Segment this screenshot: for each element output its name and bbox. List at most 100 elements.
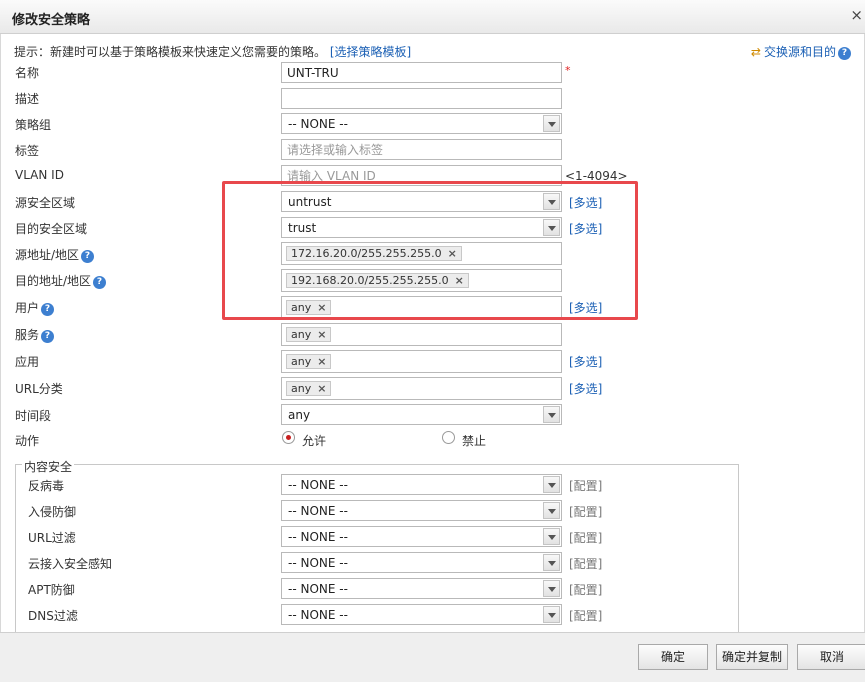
remove-tag-icon[interactable]: × xyxy=(317,382,326,395)
dst-addr-tagbox[interactable]: 192.168.20.0/255.255.255.0 × xyxy=(281,269,562,292)
ok-and-copy-button[interactable]: 确定并复制 xyxy=(716,644,788,670)
name-field[interactable] xyxy=(281,62,562,83)
description-input[interactable] xyxy=(282,89,561,108)
description-field[interactable] xyxy=(281,88,562,109)
url-filter-value: -- NONE -- xyxy=(288,530,348,544)
dst-addr-label-text: 目的地址/地区 xyxy=(15,274,92,288)
remove-tag-icon[interactable]: × xyxy=(448,247,457,260)
ips-config-link[interactable]: [配置] xyxy=(569,503,602,520)
url-category-tagbox[interactable]: any × xyxy=(281,377,562,400)
action-allow-radio[interactable] xyxy=(282,431,295,444)
url-filter-config-link[interactable]: [配置] xyxy=(569,529,602,546)
chevron-down-icon[interactable] xyxy=(543,115,560,132)
tag-input[interactable] xyxy=(282,140,561,159)
policy-group-label: 策略组 xyxy=(15,118,52,132)
tag-label: 标签 xyxy=(15,144,40,158)
src-zone-multi-link[interactable]: [多选] xyxy=(569,194,602,211)
required-mark: * xyxy=(565,64,571,77)
dst-zone-select[interactable]: trust xyxy=(281,217,562,238)
dst-addr-tag: 192.168.20.0/255.255.255.0 × xyxy=(286,273,469,288)
src-zone-value: untrust xyxy=(288,195,332,209)
help-icon[interactable]: ? xyxy=(41,330,55,343)
user-tagbox[interactable]: any × xyxy=(281,296,562,319)
service-tag: any × xyxy=(286,327,332,342)
remove-tag-icon[interactable]: × xyxy=(317,301,326,314)
apt-select[interactable]: -- NONE -- xyxy=(281,578,562,599)
src-zone-select[interactable]: untrust xyxy=(281,191,562,212)
cloud-access-label: 云接入安全感知 xyxy=(28,557,113,571)
chevron-down-icon[interactable] xyxy=(543,580,560,597)
dst-zone-label: 目的安全区域 xyxy=(15,222,88,236)
chevron-down-icon[interactable] xyxy=(543,606,560,623)
user-tag: any × xyxy=(286,300,332,315)
chevron-down-icon[interactable] xyxy=(543,406,560,423)
chevron-down-icon[interactable] xyxy=(543,193,560,210)
help-icon[interactable]: ? xyxy=(81,250,95,263)
service-label: 服务? xyxy=(15,326,55,343)
remove-tag-icon[interactable]: × xyxy=(455,274,464,287)
description-label: 描述 xyxy=(15,92,40,106)
chevron-down-icon[interactable] xyxy=(543,502,560,519)
dst-zone-multi-link[interactable]: [多选] xyxy=(569,220,602,237)
antivirus-config-link[interactable]: [配置] xyxy=(569,477,602,494)
service-label-text: 服务 xyxy=(15,328,40,342)
user-label-text: 用户 xyxy=(15,301,40,315)
application-tagbox[interactable]: any × xyxy=(281,350,562,373)
action-deny-radio[interactable] xyxy=(442,431,455,444)
action-label: 动作 xyxy=(15,434,40,448)
application-multi-link[interactable]: [多选] xyxy=(569,353,602,370)
src-addr-tag-text: 172.16.20.0/255.255.255.0 xyxy=(291,247,442,260)
chevron-down-icon[interactable] xyxy=(543,528,560,545)
policy-group-select[interactable]: -- NONE -- xyxy=(281,113,562,134)
apt-config-link[interactable]: [配置] xyxy=(569,581,602,598)
url-category-tag-text: any xyxy=(291,382,312,395)
time-range-select[interactable]: any xyxy=(281,404,562,425)
close-icon[interactable]: × xyxy=(850,6,863,24)
antivirus-select[interactable]: -- NONE -- xyxy=(281,474,562,495)
help-icon[interactable]: ? xyxy=(41,303,55,316)
src-zone-label: 源安全区域 xyxy=(15,196,76,210)
remove-tag-icon[interactable]: × xyxy=(317,328,326,341)
url-filter-select[interactable]: -- NONE -- xyxy=(281,526,562,547)
service-tagbox[interactable]: any × xyxy=(281,323,562,346)
apt-label: APT防御 xyxy=(28,583,75,597)
vlan-input[interactable] xyxy=(282,166,561,185)
dns-filter-config-link[interactable]: [配置] xyxy=(569,607,602,624)
user-multi-link[interactable]: [多选] xyxy=(569,299,602,316)
remove-tag-icon[interactable]: × xyxy=(317,355,326,368)
antivirus-label: 反病毒 xyxy=(28,479,65,493)
swap-arrows-icon: ⇄ xyxy=(750,45,761,59)
chevron-down-icon[interactable] xyxy=(543,219,560,236)
ok-button[interactable]: 确定 xyxy=(638,644,708,670)
cloud-access-config-link[interactable]: [配置] xyxy=(569,555,602,572)
hint-message: 提示：新建时可以基于策略模板来快速定义您需要的策略。 xyxy=(14,45,327,59)
swap-label: 交换源和目的 xyxy=(763,45,836,59)
application-tag: any × xyxy=(286,354,332,369)
dst-addr-tag-text: 192.168.20.0/255.255.255.0 xyxy=(291,274,449,287)
help-icon[interactable]: ? xyxy=(93,276,107,289)
chevron-down-icon[interactable] xyxy=(543,476,560,493)
dns-filter-select[interactable]: -- NONE -- xyxy=(281,604,562,625)
src-addr-tagbox[interactable]: 172.16.20.0/255.255.255.0 × xyxy=(281,242,562,265)
action-deny-label[interactable]: 禁止 xyxy=(462,432,486,449)
swap-src-dst-link[interactable]: ⇄ 交换源和目的? xyxy=(751,43,851,60)
user-tag-text: any xyxy=(291,301,312,314)
action-allow-label[interactable]: 允许 xyxy=(302,432,326,449)
vlan-field[interactable] xyxy=(281,165,562,186)
src-addr-tag: 172.16.20.0/255.255.255.0 × xyxy=(286,246,462,261)
name-input[interactable] xyxy=(282,63,561,82)
time-range-value: any xyxy=(288,408,311,422)
ips-select[interactable]: -- NONE -- xyxy=(281,500,562,521)
cloud-access-select[interactable]: -- NONE -- xyxy=(281,552,562,573)
name-label: 名称 xyxy=(15,66,40,80)
help-icon[interactable]: ? xyxy=(838,47,851,60)
cancel-button[interactable]: 取消 xyxy=(797,644,865,670)
select-template-link[interactable]: [选择策略模板] xyxy=(330,45,411,59)
dst-addr-label: 目的地址/地区? xyxy=(15,272,107,289)
tag-field[interactable] xyxy=(281,139,562,160)
dialog-title: 修改安全策略 xyxy=(12,13,91,28)
url-category-multi-link[interactable]: [多选] xyxy=(569,380,602,397)
content-security-legend: 内容安全 xyxy=(22,458,75,475)
user-label: 用户? xyxy=(15,299,55,316)
chevron-down-icon[interactable] xyxy=(543,554,560,571)
